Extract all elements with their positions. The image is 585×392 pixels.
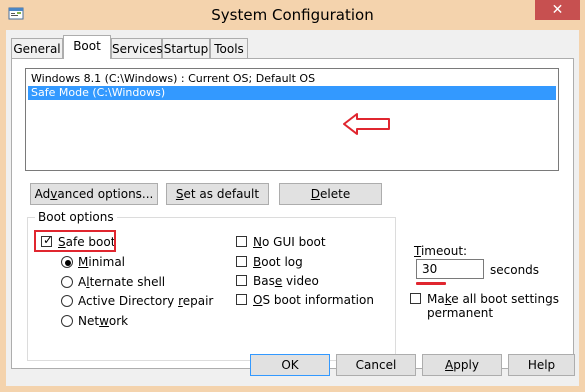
delete-label: Delete <box>310 187 351 201</box>
advanced-options-button[interactable]: Advanced options... <box>30 183 158 205</box>
base-video-label: Base video <box>253 274 319 288</box>
apply-label: Apply <box>445 358 479 372</box>
network-label: Network <box>78 314 129 328</box>
make-permanent-label: Make all boot settings <box>427 292 559 306</box>
tab-startup[interactable]: Startup <box>162 38 210 58</box>
active-directory-repair-label: Active Directory repair <box>78 294 214 308</box>
close-icon: ✕ <box>551 2 564 18</box>
tab-services[interactable]: Services <box>111 38 163 58</box>
delete-button[interactable]: Delete <box>279 183 382 205</box>
advanced-options-label: Advanced options... <box>34 187 154 201</box>
boot-log-label: Boot log <box>253 255 303 269</box>
minimal-radio[interactable]: Minimal <box>61 255 131 271</box>
tab-tools[interactable]: Tools <box>210 38 248 58</box>
os-list-item-windows[interactable]: Windows 8.1 (C:\Windows) : Current OS; D… <box>28 72 556 86</box>
boot-os-list[interactable]: Windows 8.1 (C:\Windows) : Current OS; D… <box>25 68 559 171</box>
window-close-button[interactable]: ✕ <box>535 0 580 20</box>
boot-options-label: Boot options <box>35 210 117 224</box>
ok-button[interactable]: OK <box>250 354 330 376</box>
set-as-default-label: Set as default <box>175 187 260 201</box>
radio-selected-dot <box>65 260 71 266</box>
network-radio[interactable]: Network <box>61 314 141 330</box>
timeout-unit-label: seconds <box>490 263 540 277</box>
red-arrow-annotation-icon <box>343 113 390 135</box>
timeout-underline-annotation <box>416 282 446 285</box>
base-video-checkbox[interactable]: Base video <box>236 274 319 290</box>
os-boot-information-label: OS boot information <box>253 293 374 307</box>
make-permanent-label-line2: permanent <box>427 306 494 320</box>
alternate-shell-label: Alternate shell <box>78 275 166 289</box>
apply-button[interactable]: Apply <box>422 354 502 376</box>
timeout-input[interactable]: 30 <box>416 259 484 279</box>
minimal-label: Minimal <box>78 255 126 269</box>
tab-general[interactable]: General <box>11 38 63 58</box>
timeout-label: Timeout: <box>414 244 468 258</box>
alternate-shell-radio[interactable]: Alternate shell <box>61 275 165 291</box>
make-permanent-checkbox[interactable]: Make all boot settings permanent <box>410 292 559 320</box>
title-bar: System Configuration ✕ <box>0 0 585 30</box>
cancel-button[interactable]: Cancel <box>336 354 416 376</box>
system-configuration-window: System Configuration ✕ General Boot Serv… <box>0 0 585 392</box>
no-gui-boot-checkbox[interactable]: No GUI boot <box>236 235 326 251</box>
window-title: System Configuration <box>211 6 374 24</box>
safe-boot-highlight-annotation <box>34 230 116 252</box>
os-boot-information-checkbox[interactable]: OS boot information <box>236 293 374 309</box>
help-button[interactable]: Help <box>508 354 575 376</box>
os-list-item-safe-mode[interactable]: Safe Mode (C:\Windows) <box>28 86 556 100</box>
tab-boot[interactable]: Boot <box>63 35 111 59</box>
set-as-default-button[interactable]: Set as default <box>166 183 269 205</box>
boot-log-checkbox[interactable]: Boot log <box>236 255 306 271</box>
active-directory-repair-radio[interactable]: Active Directory repair <box>61 294 213 310</box>
no-gui-boot-label: No GUI boot <box>253 235 326 249</box>
dialog-body: General Boot Services Startup Tools Wind… <box>6 30 579 386</box>
